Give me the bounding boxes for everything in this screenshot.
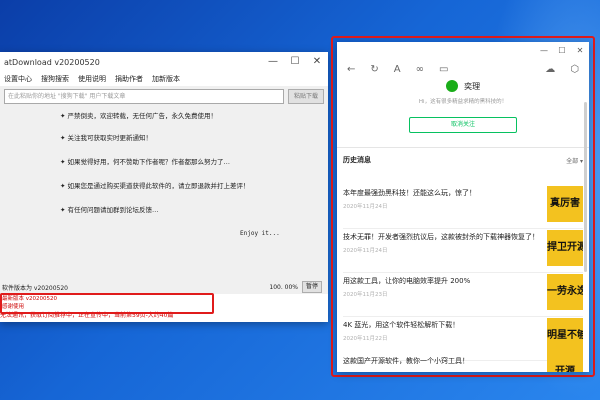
scrollbar[interactable] — [584, 102, 587, 272]
download-button[interactable]: 粘贴下载 — [288, 88, 324, 104]
notice-line: ✦ 严禁倒卖，欢迎转载，无任何广告，永久免费使用！ — [60, 112, 218, 120]
notice-area: ✦ 严禁倒卖，欢迎转载，无任何广告，永久免费使用！ ✦ 关注我可获取实时更新通知… — [4, 108, 324, 280]
follow-button[interactable]: 取消关注 — [409, 117, 517, 133]
window-title: atDownload v20200520 — [4, 57, 100, 67]
article-browser-window: — ☐ ✕ ← ↻ A ∞ ▭ ☁ ⬡ 奕理 Hi，这有很多精益求精的黑科技的！… — [337, 42, 589, 372]
window-icon[interactable]: ▭ — [439, 64, 448, 75]
history-header: 历史消息 全部 ▾ — [337, 148, 589, 165]
avatar — [445, 80, 458, 92]
article-title: 用这款工具，让你的电脑效率提升 200% — [343, 277, 471, 285]
notice-line: ✦ 关注我可获取实时更新通知！ — [60, 134, 153, 142]
close-icon[interactable]: ✕ — [571, 46, 589, 55]
article-title: 4K 蓝光，用这个软件轻松解析下载！ — [343, 321, 460, 329]
account-description: Hi，这有很多精益求精的黑科技的！ — [418, 99, 508, 105]
list-item[interactable]: 本年度最强劲黑科技！还能这么玩，惊了！ 2020年11月24日 真厉害 — [343, 184, 583, 229]
title-bar: — ☐ ✕ — [337, 42, 589, 58]
article-thumbnail: 明星不够 — [547, 318, 583, 354]
menu-item-settings[interactable]: 设置中心 — [4, 74, 32, 84]
article-thumbnail: 捍卫开源 — [547, 230, 583, 266]
article-title: 技术无罪！开发者强烈抗议后，这款被封杀的下载神器恢复了！ — [343, 233, 539, 241]
version-status: 软件版本为 v20200520 — [2, 284, 68, 292]
article-date: 2020年11月24日 — [343, 248, 388, 254]
list-item[interactable]: 技术无罪！开发者强烈抗议后，这款被封杀的下载神器恢复了！ 2020年11月24日… — [343, 228, 583, 273]
article-date: 2020年11月23日 — [343, 292, 388, 298]
notice-line: ✦ 如果您是通过购买渠道获得此软件的，请立即退款并打上差评！ — [60, 182, 250, 190]
menu-bar: 设置中心 搜狗搜索 使用说明 捐助作者 加新版本 — [0, 72, 328, 86]
article-thumbnail: 一劳永逸 — [547, 274, 583, 310]
article-thumbnail: 真厉害 — [547, 186, 583, 222]
progress-percent: 100. 00% — [269, 283, 298, 291]
list-item[interactable]: 用这款工具，让你的电脑效率提升 200% 2020年11月23日 一劳永逸 — [343, 272, 583, 317]
menu-item-help[interactable]: 使用说明 — [78, 74, 106, 84]
refresh-icon[interactable]: ↻ — [370, 64, 378, 75]
cloud-icon[interactable]: ☁ — [545, 64, 555, 75]
minimize-icon[interactable]: — — [262, 52, 284, 72]
title-bar: atDownload v20200520 — ☐ ✕ — [0, 52, 328, 72]
back-icon[interactable]: ← — [347, 64, 355, 75]
article-thumbnail: 开源 — [547, 354, 583, 372]
list-item[interactable]: 这款国产开源软件，教你一个小窍工具！ 开源 — [343, 352, 583, 372]
notice-line: ✦ 如果觉得好用，何不赞助下作者呢？作者都那么努力了… — [60, 158, 231, 166]
notice-line: ✦ 有任何问题请加群到论坛反馈… — [60, 206, 159, 214]
article-title: 本年度最强劲黑科技！还能这么玩，惊了！ — [343, 189, 476, 197]
stop-button[interactable]: 暂停 — [302, 281, 322, 293]
maximize-icon[interactable]: ☐ — [284, 52, 306, 72]
menu-item-search[interactable]: 搜狗搜索 — [41, 74, 69, 84]
enjoy-text: Enjoy it... — [240, 230, 280, 237]
menu-item-new-version[interactable]: 加新版本 — [152, 74, 180, 84]
url-toolbar: 在此粘贴你的地址 "搜狗下载" 用户下载文章 粘贴下载 — [0, 86, 328, 106]
history-filter[interactable]: 全部 ▾ — [566, 156, 583, 165]
article-date: 2020年11月22日 — [343, 336, 388, 342]
minimize-icon[interactable]: — — [535, 46, 553, 55]
close-icon[interactable]: ✕ — [306, 52, 328, 72]
downloader-window: atDownload v20200520 — ☐ ✕ 设置中心 搜狗搜索 使用说… — [0, 52, 328, 322]
account-header: 奕理 Hi，这有很多精益求精的黑科技的！ 取消关注 — [337, 80, 589, 133]
browser-toolbar: ← ↻ A ∞ ▭ ☁ ⬡ — [337, 58, 589, 80]
highlight-box-left — [0, 293, 214, 314]
status-bar: 软件版本为 v20200520 100. 00% 暂停 — [0, 280, 328, 294]
article-date: 2020年11月24日 — [343, 204, 388, 210]
font-icon[interactable]: A — [394, 64, 401, 75]
account-name: 奕理 — [464, 81, 481, 91]
settings-icon[interactable]: ⬡ — [570, 64, 579, 75]
maximize-icon[interactable]: ☐ — [553, 46, 571, 55]
article-title: 这款国产开源软件，教你一个小窍工具！ — [343, 357, 469, 365]
link-icon[interactable]: ∞ — [416, 64, 424, 75]
history-title: 历史消息 — [343, 156, 371, 164]
menu-item-donate[interactable]: 捐助作者 — [115, 74, 143, 84]
url-input[interactable]: 在此粘贴你的地址 "搜狗下载" 用户下载文章 — [4, 88, 284, 104]
